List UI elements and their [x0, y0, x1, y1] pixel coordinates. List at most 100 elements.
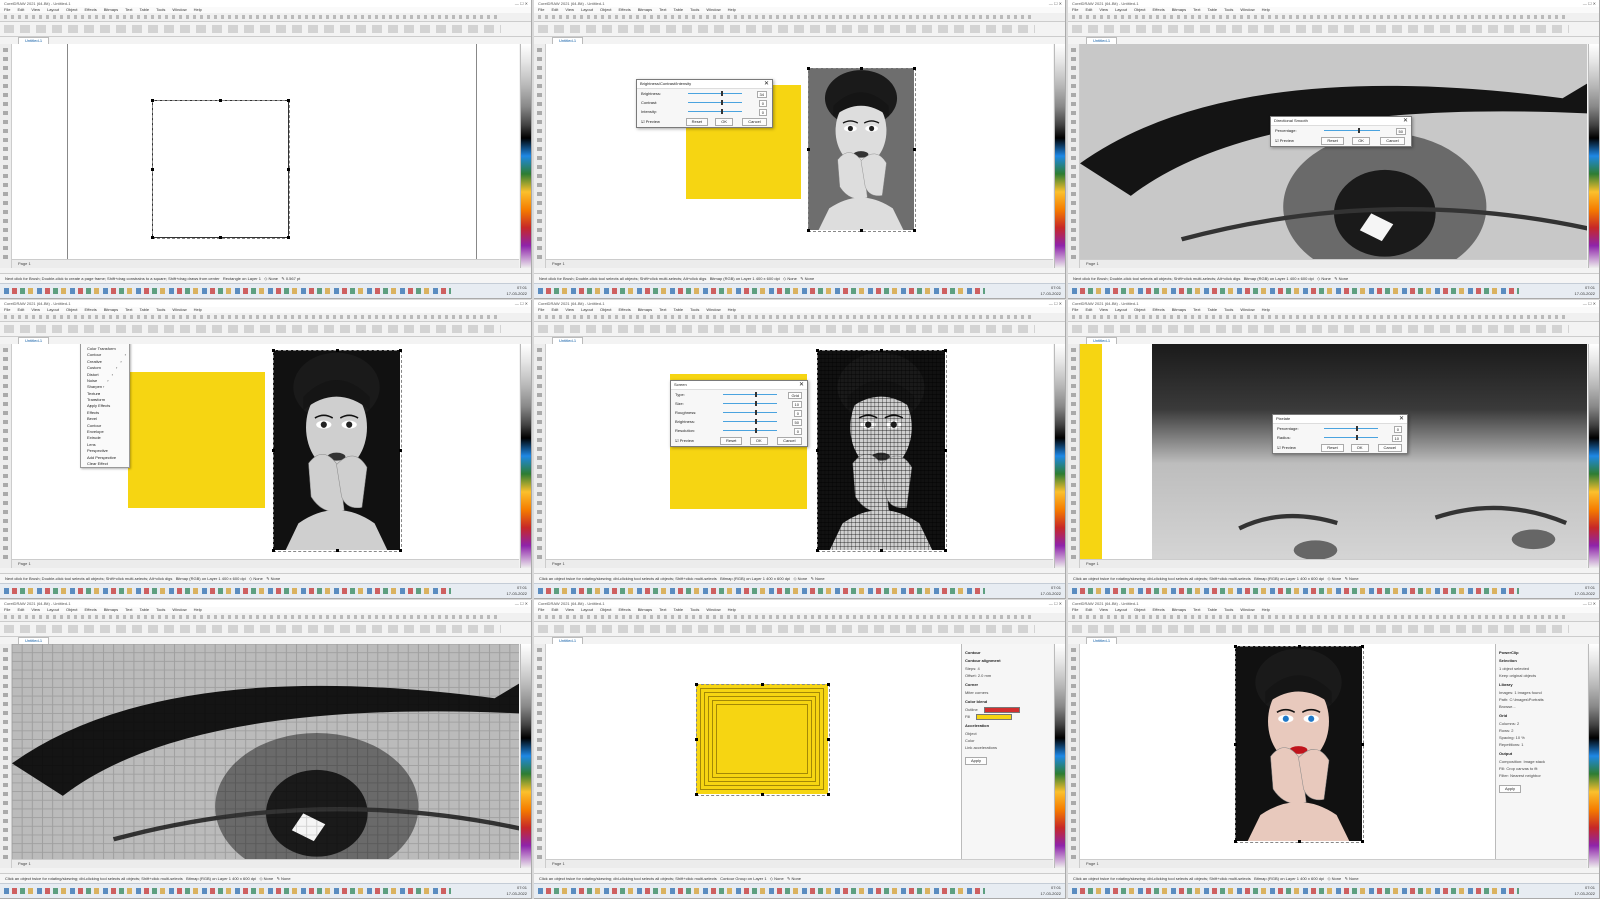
menu-layout[interactable]: Layout: [1115, 7, 1127, 12]
setting-value-field[interactable]: 0: [758, 100, 767, 107]
resize-handle[interactable]: [807, 67, 810, 70]
menu-file[interactable]: File: [4, 607, 10, 612]
color-palette[interactable]: [1588, 644, 1599, 868]
setting-value-field[interactable]: 50: [1395, 128, 1406, 135]
toolbar-icons[interactable]: [538, 315, 1035, 319]
resize-handle[interactable]: [272, 449, 275, 452]
menu-text[interactable]: Text: [659, 607, 666, 612]
menu-help[interactable]: Help: [194, 307, 202, 312]
property-bar-controls[interactable]: [538, 325, 1035, 333]
ok-button[interactable]: OK: [749, 437, 768, 445]
menu-window[interactable]: Window: [1240, 307, 1254, 312]
yellow-strip[interactable]: [1080, 344, 1102, 560]
menu-object[interactable]: Object: [66, 307, 78, 312]
menu-tools[interactable]: Tools: [690, 607, 699, 612]
windows-taskbar[interactable]: 07:01 17-03-2022: [1068, 883, 1599, 898]
menu-object[interactable]: Object: [600, 7, 612, 12]
docker-option[interactable]: Offset: 2.0 mm: [965, 672, 1050, 679]
drawing-canvas[interactable]: Pixelate ✕ Percentage: 0 Radius: 10 ☑ Preview R…: [1080, 344, 1587, 560]
docker-option[interactable]: Link accelerations: [965, 744, 1050, 751]
contour-docker[interactable]: Contour Contour alignment Steps: 4 Offset: …: [961, 644, 1053, 860]
menu-view[interactable]: View: [31, 607, 40, 612]
menu-window[interactable]: Window: [706, 7, 720, 12]
menu-help[interactable]: Help: [194, 607, 202, 612]
docker-option[interactable]: Repetitions: 1: [1499, 741, 1584, 748]
resize-handle[interactable]: [399, 549, 402, 552]
docker-option[interactable]: Spacing: 10 %: [1499, 734, 1584, 741]
drawing-canvas[interactable]: Contour Contour alignment Steps: 4 Offset: …: [546, 644, 1053, 860]
resize-handle[interactable]: [913, 229, 916, 232]
resize-handle[interactable]: [880, 349, 883, 352]
menu-effects[interactable]: Effects: [85, 307, 97, 312]
property-bar-controls[interactable]: [1072, 25, 1569, 33]
menu-effects[interactable]: Effects: [619, 7, 631, 12]
resize-handle[interactable]: [1361, 645, 1364, 648]
page-navigator[interactable]: Page 1: [546, 259, 1053, 268]
resize-handle[interactable]: [695, 738, 698, 741]
cancel-button[interactable]: Cancel: [1377, 444, 1402, 452]
page-navigator[interactable]: Page 1: [12, 559, 519, 568]
effect-dialog[interactable]: Brightness/Contrast/Intensity ✕ Brightness…: [636, 79, 773, 128]
apply-button[interactable]: Apply: [1499, 785, 1522, 793]
menu-file[interactable]: File: [538, 7, 544, 12]
setting-slider[interactable]: [1324, 128, 1381, 133]
menu-effects[interactable]: Effects: [85, 607, 97, 612]
document-tab[interactable]: Untitled-1: [552, 337, 584, 344]
standard-toolbar[interactable]: [1068, 13, 1599, 22]
menu-edit[interactable]: Edit: [1085, 307, 1092, 312]
standard-toolbar[interactable]: [534, 13, 1065, 22]
resize-handle[interactable]: [860, 67, 863, 70]
standard-toolbar[interactable]: [1068, 613, 1599, 622]
menu-tools[interactable]: Tools: [156, 307, 165, 312]
setting-value-field[interactable]: Grid: [788, 392, 802, 399]
toolbar-icons[interactable]: [1072, 315, 1569, 319]
menu-text[interactable]: Text: [1193, 607, 1200, 612]
menu-object[interactable]: Object: [1134, 7, 1146, 12]
menu-help[interactable]: Help: [728, 7, 736, 12]
taskbar-app-icons[interactable]: [4, 888, 451, 894]
resize-handle[interactable]: [816, 549, 819, 552]
menu-edit[interactable]: Edit: [551, 7, 558, 12]
menu-object[interactable]: Object: [1134, 607, 1146, 612]
windows-taskbar[interactable]: 07:01 17-03-2022: [1068, 583, 1599, 598]
menu-window[interactable]: Window: [172, 607, 186, 612]
color-palette[interactable]: [1054, 644, 1065, 868]
resize-handle[interactable]: [827, 793, 830, 796]
resize-handle[interactable]: [1361, 742, 1364, 746]
taskbar-app-icons[interactable]: [1072, 888, 1519, 894]
menu-layout[interactable]: Layout: [581, 607, 593, 612]
document-tab[interactable]: Untitled-1: [18, 37, 50, 44]
menu-window[interactable]: Window: [1240, 607, 1254, 612]
docker-option[interactable]: Fill: Crop canvas to fit: [1499, 765, 1584, 772]
resize-handle[interactable]: [807, 148, 810, 151]
docker-option[interactable]: Columns: 2: [1499, 720, 1584, 727]
windows-taskbar[interactable]: 07:01 17-03-2022: [0, 583, 531, 598]
toolbox[interactable]: [0, 644, 12, 868]
windows-taskbar[interactable]: 07:01 17-03-2022: [534, 283, 1065, 298]
resize-handle[interactable]: [944, 449, 947, 452]
fill-color-picker[interactable]: [976, 713, 1013, 720]
reset-button[interactable]: Reset: [719, 437, 743, 445]
toolbox[interactable]: [0, 344, 12, 568]
effects-menu-item[interactable]: Clear Effect: [81, 461, 129, 467]
selection-handles[interactable]: [807, 67, 916, 232]
menu-object[interactable]: Object: [600, 607, 612, 612]
setting-value-field[interactable]: 0: [793, 428, 802, 435]
menu-help[interactable]: Help: [194, 7, 202, 12]
powerclip-docker[interactable]: PowerClip Selection 1 object selected Keep …: [1495, 644, 1587, 860]
cancel-button[interactable]: Cancel: [1380, 137, 1405, 145]
drawing-canvas[interactable]: [12, 644, 519, 860]
resize-handle[interactable]: [335, 349, 339, 352]
close-icon[interactable]: ✕: [799, 381, 804, 389]
menu-object[interactable]: Object: [600, 307, 612, 312]
property-bar[interactable]: [0, 322, 531, 337]
docker-option[interactable]: Color: [965, 737, 1050, 744]
cancel-button[interactable]: Cancel: [777, 437, 802, 445]
property-bar-controls[interactable]: [4, 25, 501, 33]
menu-bitmaps[interactable]: Bitmaps: [1172, 307, 1186, 312]
setting-slider[interactable]: [722, 428, 778, 433]
preview-checkbox[interactable]: ☑ Preview: [1275, 138, 1294, 143]
resize-handle[interactable]: [1234, 840, 1237, 843]
menu-edit[interactable]: Edit: [1085, 607, 1092, 612]
toolbox[interactable]: [1068, 344, 1080, 568]
